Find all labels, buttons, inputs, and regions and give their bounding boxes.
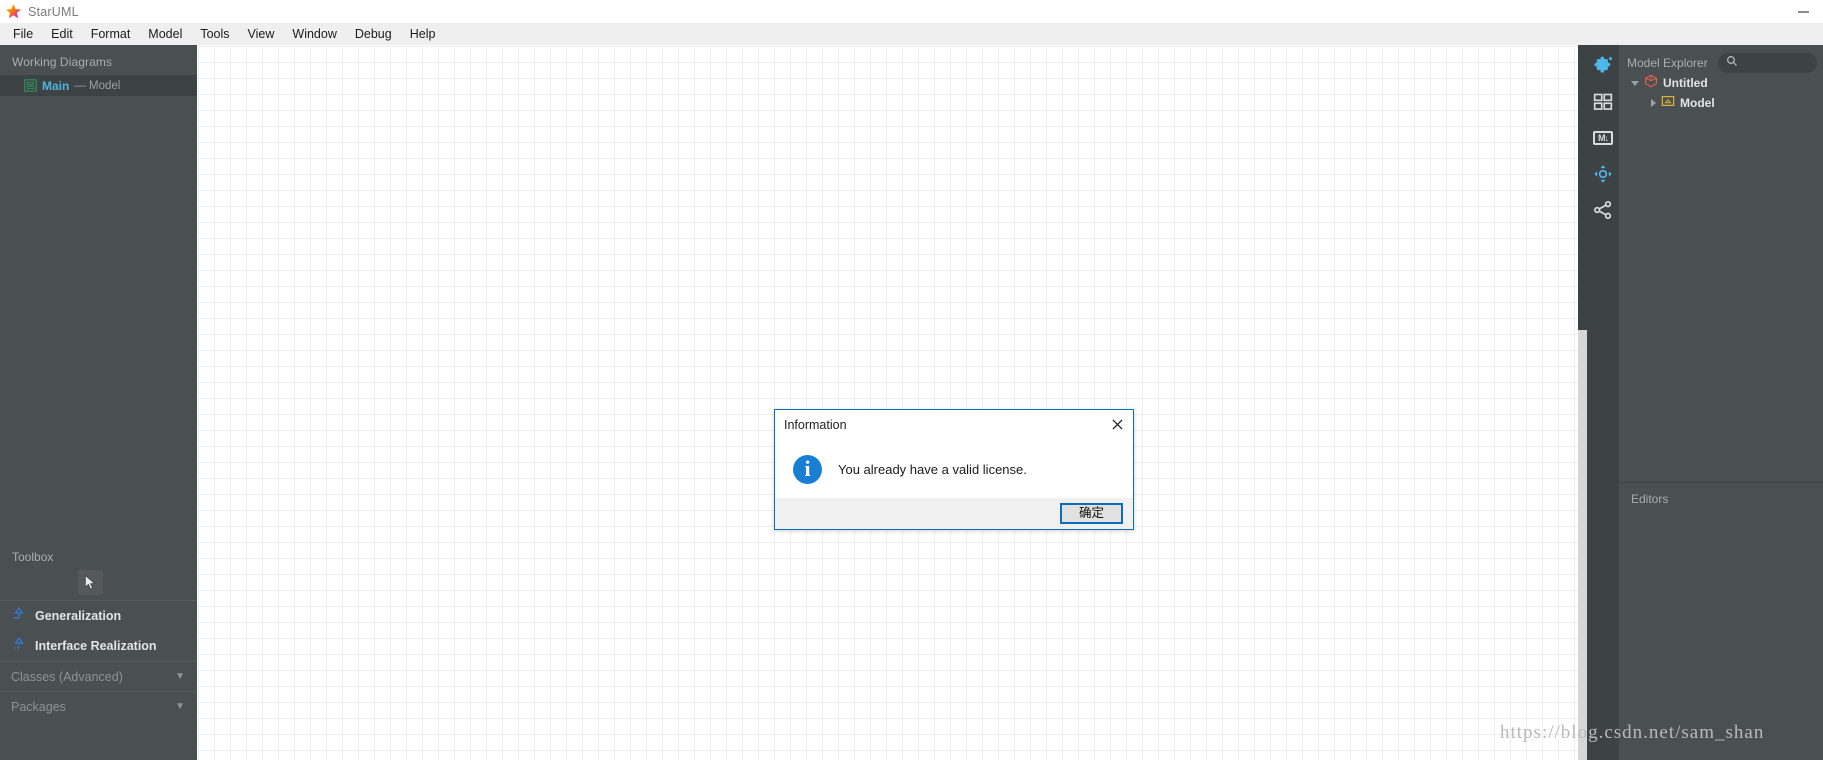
model-explorer-header: Model Explorer <box>1619 45 1823 73</box>
grid-layout-icon[interactable] <box>1592 91 1614 113</box>
generalization-arrow-icon <box>11 606 27 627</box>
minimize-button[interactable] <box>1783 0 1823 23</box>
menu-bar: File Edit Format Model Tools View Window… <box>0 23 1823 45</box>
markdown-glyph: M↓ <box>1593 131 1613 145</box>
window-controls <box>1783 0 1823 23</box>
toolbox-header: Toolbox <box>12 550 54 564</box>
info-icon: i <box>793 454 822 484</box>
tree-item-untitled[interactable]: Untitled <box>1619 73 1823 93</box>
menu-format[interactable]: Format <box>82 24 140 44</box>
dialog-message: You already have a valid license. <box>838 461 1027 477</box>
toolbox-section-packages[interactable]: Packages ▼ <box>0 691 197 721</box>
app-title: StarUML <box>28 4 79 19</box>
dialog-title: Information <box>784 417 847 432</box>
cursor-tool-button[interactable] <box>78 570 103 595</box>
menu-model[interactable]: Model <box>139 24 191 44</box>
close-icon[interactable] <box>1101 411 1133 439</box>
star-icon <box>5 3 22 20</box>
cursor-tool-wrapper <box>0 564 197 595</box>
dialog-ok-button[interactable]: 确定 <box>1060 503 1123 524</box>
chevron-down-icon: ▼ <box>175 701 185 712</box>
triangle-down-icon[interactable] <box>1631 80 1639 86</box>
interface-realization-icon <box>11 636 27 657</box>
triangle-right-icon[interactable] <box>1651 99 1656 107</box>
markdown-icon[interactable]: M↓ <box>1592 127 1614 149</box>
tree-item-model[interactable]: Model <box>1619 93 1823 113</box>
model-explorer-panel: Model Explorer Untitled Model Editors <box>1619 45 1823 760</box>
canvas-scrollbar-thumb[interactable] <box>1578 45 1587 330</box>
menu-window[interactable]: Window <box>283 24 345 44</box>
section-label-classes-advanced: Classes (Advanced) <box>11 669 123 684</box>
right-icon-strip: M↓ <box>1587 45 1619 760</box>
cursor-icon <box>84 575 96 590</box>
menu-view[interactable]: View <box>239 24 284 44</box>
tool-generalization[interactable]: Generalization <box>0 601 197 631</box>
tree-label-model: Model <box>1680 96 1715 110</box>
working-diagrams-header: Working Diagrams <box>12 55 113 69</box>
dialog-body: i You already have a valid license. <box>775 439 1133 499</box>
search-input[interactable] <box>1741 57 1817 69</box>
dialog-title-bar: Information <box>775 410 1133 439</box>
left-sidebar: Working Diagrams Main — Model Toolbox Ge… <box>0 45 197 760</box>
working-diagram-name: Main <box>42 78 70 93</box>
title-bar: StarUML <box>0 0 1823 23</box>
menu-help[interactable]: Help <box>401 24 445 44</box>
project-cube-icon <box>1644 74 1658 93</box>
section-label-packages: Packages <box>11 699 66 714</box>
toolbox-section-classes-advanced[interactable]: Classes (Advanced) ▼ <box>0 661 197 691</box>
menu-edit[interactable]: Edit <box>42 24 82 44</box>
tree-label-untitled: Untitled <box>1663 76 1708 90</box>
minimize-icon <box>1797 10 1809 13</box>
tool-label-interface-realization: Interface Realization <box>35 639 157 653</box>
editors-header: Editors <box>1631 492 1669 506</box>
model-explorer-search[interactable] <box>1717 53 1817 73</box>
menu-file[interactable]: File <box>4 24 42 44</box>
working-diagram-subtitle: — Model <box>74 79 121 92</box>
search-icon <box>1726 54 1738 72</box>
staruml-window: StarUML File Edit Format Model Tools Vie… <box>0 0 1823 760</box>
model-explorer-title: Model Explorer <box>1627 56 1708 70</box>
tool-label-generalization: Generalization <box>35 609 122 623</box>
class-diagram-icon <box>24 79 37 92</box>
diagram-canvas[interactable] <box>197 45 1587 760</box>
information-dialog: Information i You already have a valid l… <box>774 409 1134 530</box>
working-diagram-item-main[interactable]: Main — Model <box>0 75 197 96</box>
canvas-vertical-scrollbar[interactable] <box>1578 45 1587 760</box>
move-crosshair-icon[interactable] <box>1592 163 1614 185</box>
menu-tools[interactable]: Tools <box>191 24 238 44</box>
chevron-down-icon: ▼ <box>175 671 185 682</box>
share-nodes-icon[interactable] <box>1592 199 1614 221</box>
model-folder-icon <box>1661 94 1675 113</box>
extension-puzzle-icon[interactable] <box>1592 55 1614 77</box>
dialog-footer: 确定 <box>775 498 1133 529</box>
menu-debug[interactable]: Debug <box>346 24 401 44</box>
tool-interface-realization[interactable]: Interface Realization <box>0 631 197 661</box>
